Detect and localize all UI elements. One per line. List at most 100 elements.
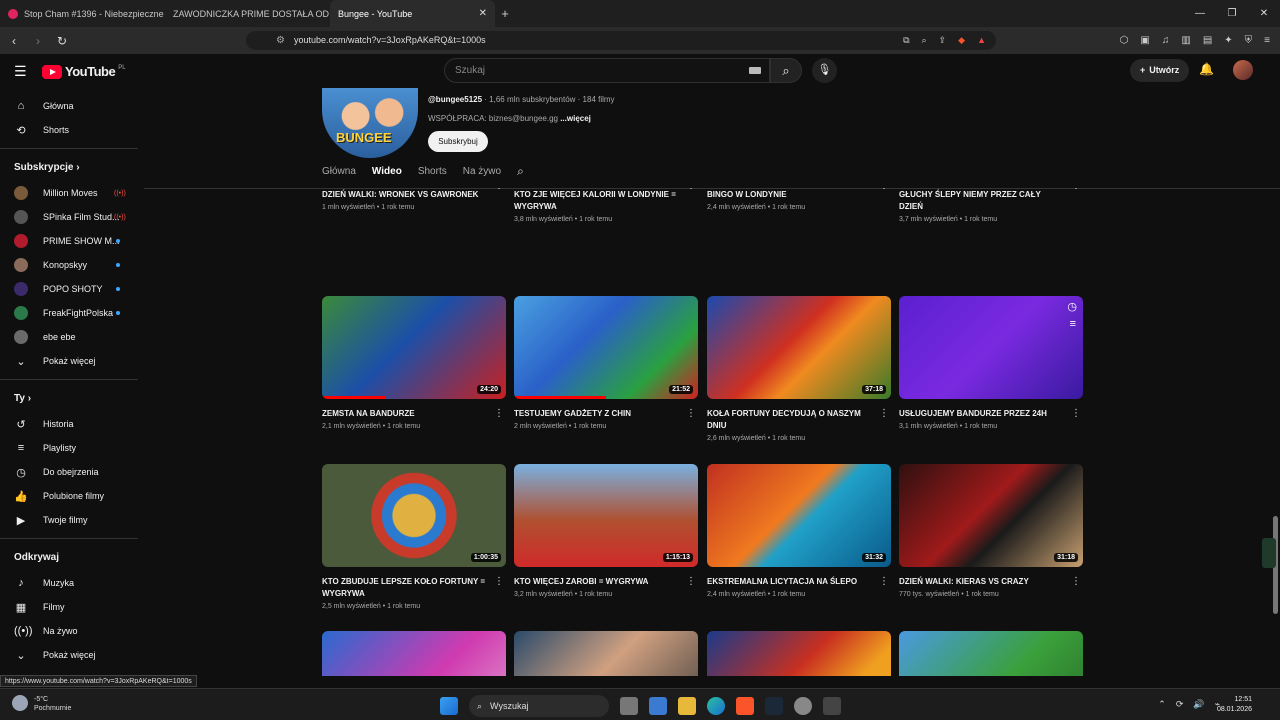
more-actions-icon[interactable]: ⋮ — [1071, 408, 1081, 419]
video-thumbnail[interactable]: 21:30 — [514, 631, 698, 676]
sidebar-item-playlisty[interactable]: ≡ Playlisty — [0, 436, 140, 460]
share-icon[interactable]: ⇪ — [939, 31, 947, 50]
menu-icon[interactable]: ☰ — [14, 63, 27, 80]
video-card[interactable]: 24:20 ZEMSTA NA BANDURZE 2,1 mln wyświetle… — [322, 296, 506, 430]
video-thumbnail[interactable]: ◷ ≡ — [899, 296, 1083, 399]
app-icon[interactable] — [823, 697, 841, 715]
sidebar-item-popo-shoty[interactable]: POPO SHOTY — [0, 277, 140, 301]
channel-avatar[interactable]: BUNGEE — [322, 88, 418, 158]
keyboard-icon[interactable] — [749, 67, 761, 74]
more-link[interactable]: ...więcej — [560, 114, 591, 123]
video-card[interactable]: KTO ZJE WIĘCEJ KALORII W LONDYNIE = WYGR… — [514, 188, 698, 223]
sidebar-icon[interactable]: ▥ — [1181, 31, 1190, 50]
video-title[interactable]: ZEMSTA NA BANDURZE — [322, 408, 488, 420]
sidebar-item-prime-show-m-[interactable]: PRIME SHOW M... — [0, 229, 140, 253]
video-thumbnail[interactable]: 29:45 — [322, 631, 506, 676]
tab-shorts[interactable]: Shorts — [418, 166, 447, 177]
store-icon[interactable] — [649, 697, 667, 715]
open-in-app-icon[interactable]: ⧉ — [903, 31, 909, 50]
video-thumbnail[interactable]: 31:32 — [707, 464, 891, 567]
more-actions-icon[interactable]: ⋮ — [879, 576, 889, 587]
account-avatar[interactable] — [1233, 60, 1253, 80]
steam-icon[interactable] — [765, 697, 783, 715]
tab-live[interactable]: Na żywo — [463, 166, 501, 177]
video-card[interactable]: 21:30 — [514, 631, 698, 676]
sidebar-item-twoje-filmy[interactable]: ▶ Twoje filmy — [0, 508, 140, 532]
video-title[interactable]: EKSTREMALNA LICYTACJA NA ŚLEPO — [707, 576, 873, 588]
leo-icon[interactable]: ✦ — [1224, 31, 1232, 50]
more-actions-icon[interactable]: ⋮ — [494, 576, 504, 587]
menu-icon[interactable]: ≡ — [1264, 31, 1270, 50]
edge-icon[interactable] — [707, 697, 725, 715]
media-icon[interactable]: ♫ — [1162, 31, 1170, 50]
sidebar-item-shorts[interactable]: ⟲ Shorts — [0, 118, 140, 142]
video-title[interactable]: KTO ZBUDUJE LEPSZE KOŁO FORTUNY = WYGRYW… — [322, 576, 488, 600]
task-view-icon[interactable] — [620, 697, 638, 715]
more-actions-icon[interactable]: ⋮ — [686, 576, 696, 587]
show-more-subscriptions[interactable]: ⌄ Pokaż więcej — [0, 349, 140, 373]
search-button[interactable]: ⌕ — [770, 58, 802, 83]
new-tab-button[interactable]: + — [495, 6, 515, 21]
tray-chevron-icon[interactable]: ⌃ — [1158, 699, 1166, 710]
forward-icon[interactable]: › — [28, 34, 48, 48]
maximize-icon[interactable]: ❐ — [1216, 0, 1248, 27]
video-title[interactable]: TESTUJEMY GADŻETY Z CHIN — [514, 408, 680, 420]
windows-start-icon[interactable] — [440, 697, 458, 715]
video-card[interactable]: 41:30 — [899, 631, 1083, 676]
video-thumbnail[interactable]: 21:52 — [514, 296, 698, 399]
chrome-icon[interactable] — [794, 697, 812, 715]
file-explorer-icon[interactable] — [678, 697, 696, 715]
subscriptions-heading[interactable]: Subskrypcje › — [0, 155, 140, 181]
sidebar-item-g-wna[interactable]: ⌂ Główna — [0, 94, 140, 118]
video-card[interactable]: ◷ ≡ USŁUGUJEMY BANDURZE PRZEZ 24H 3,1 mln w… — [899, 296, 1083, 430]
sidebar-item-do-obejrzenia[interactable]: ◷ Do obejrzenia — [0, 460, 140, 484]
subscribe-button[interactable]: Subskrybuj — [428, 131, 488, 152]
video-title[interactable]: USŁUGUJEMY BANDURZE PRZEZ 24H — [899, 408, 1065, 420]
video-card[interactable]: 31:18 DZIEŃ WALKI: KIERAS VS CRAZY 770 tys… — [899, 464, 1083, 598]
watch-later-icon[interactable]: ◷ — [1067, 300, 1077, 313]
sidebar-item-spinka-film-stud-[interactable]: SPinka Film Stud... ((•)) — [0, 205, 140, 229]
more-actions-icon[interactable]: ⋮ — [1071, 576, 1081, 587]
site-info-icon[interactable]: ⚙ — [276, 31, 285, 50]
video-thumbnail[interactable]: 31:18 — [899, 464, 1083, 567]
video-title[interactable]: GŁUCHY ŚLEPY NIEMY PRZEZ CAŁY DZIEŃ — [899, 189, 1065, 213]
more-actions-icon[interactable]: ⋮ — [494, 408, 504, 419]
brave-icon[interactable] — [736, 697, 754, 715]
sidebar-item-polubione-filmy[interactable]: 👍 Polubione filmy — [0, 484, 140, 508]
browser-tab-3[interactable]: Bungee - YouTube ✕ — [330, 0, 495, 27]
video-thumbnail[interactable]: 37:18 — [707, 296, 891, 399]
video-card[interactable]: 31:32 EKSTREMALNA LICYTACJA NA ŚLEPO 2,4 m… — [707, 464, 891, 598]
create-button[interactable]: + Utwórz — [1130, 59, 1190, 82]
video-title[interactable]: KTO WIĘCEJ ZAROBI = WYGRYWA — [514, 576, 680, 588]
video-card[interactable]: 1:15:13 KTO WIĘCEJ ZAROBI = WYGRYWA 3,2 ml… — [514, 464, 698, 598]
extension-icon[interactable]: ⬡ — [1120, 31, 1129, 50]
brave-shield-icon[interactable]: ◆ — [958, 31, 965, 50]
browser-tab-1[interactable]: Stop Cham #1396 - Niebezpieczne i — [0, 0, 165, 27]
search-input[interactable]: Szukaj — [444, 58, 770, 83]
back-icon[interactable]: ‹ — [4, 34, 24, 48]
audio-icon[interactable]: 🔊 — [1193, 699, 1204, 710]
vpn-icon[interactable]: ⛨ — [1245, 31, 1253, 50]
sidebar-item-historia[interactable]: ↺ Historia — [0, 412, 140, 436]
minimize-icon[interactable]: — — [1184, 0, 1216, 27]
video-thumbnail[interactable]: 24:20 — [322, 296, 506, 399]
sidebar-item-muzyka[interactable]: ♪ Muzyka — [0, 571, 140, 595]
more-actions-icon[interactable]: ⋮ — [494, 188, 504, 191]
channel-description[interactable]: WSPÓŁPRACA: biznes@bungee.gg ...więcej — [428, 114, 591, 123]
video-title[interactable]: KTO ZJE WIĘCEJ KALORII W LONDYNIE = WYGR… — [514, 189, 680, 213]
video-card[interactable]: 21:52 TESTUJEMY GADŻETY Z CHIN 2 mln wyświ… — [514, 296, 698, 430]
youtube-logo[interactable]: YouTube PL — [42, 64, 126, 79]
you-heading[interactable]: Ty › — [0, 386, 140, 412]
url-field[interactable]: ⚙ youtube.com/watch?v=3JoxRpAKeRQ&t=1000… — [246, 31, 996, 50]
video-title[interactable]: BINGO W LONDYNIE — [707, 189, 873, 201]
sidebar-item-konopskyy[interactable]: Konopskyy — [0, 253, 140, 277]
reload-icon[interactable]: ↻ — [52, 34, 72, 48]
more-actions-icon[interactable]: ⋮ — [686, 188, 696, 191]
wallet-icon[interactable]: ▤ — [1203, 31, 1212, 50]
more-actions-icon[interactable]: ⋮ — [879, 408, 889, 419]
video-card[interactable]: DZIEŃ WALKI: WRONEK VS GAWRONEK 1 mln wyś… — [322, 188, 506, 211]
more-actions-icon[interactable]: ⋮ — [879, 188, 889, 191]
taskbar-search[interactable]: ⌕ Wyszukaj — [469, 695, 609, 717]
notifications-bell-icon[interactable]: 🔔 — [1199, 62, 1214, 76]
browser-tab-2[interactable]: ZAWODNICZKA PRIME DOSTAŁA OD — [165, 0, 330, 27]
